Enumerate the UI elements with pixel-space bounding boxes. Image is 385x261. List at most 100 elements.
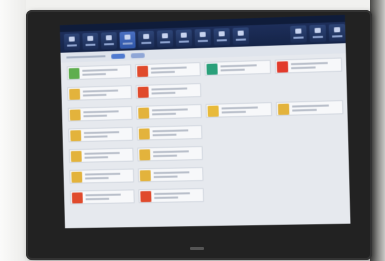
menu-tile[interactable] <box>67 85 133 101</box>
menu-tile-grid <box>66 57 346 205</box>
menu-tile-icon <box>276 60 289 73</box>
caption-text-line <box>84 156 109 159</box>
caption-text-line <box>152 108 188 112</box>
menu-tile-caption <box>82 68 129 76</box>
menu-tile-icon <box>68 67 80 79</box>
toolbar-button-12[interactable] <box>309 24 327 43</box>
toolbar-button-13[interactable] <box>328 23 346 42</box>
menu-tile[interactable] <box>69 168 135 184</box>
menu-tile-icon <box>139 148 151 160</box>
toolbar-button-11[interactable] <box>290 25 307 44</box>
caption-text-line <box>82 93 107 97</box>
wall-right <box>370 0 385 261</box>
empty-slot <box>207 165 274 180</box>
empty-slot <box>205 81 272 97</box>
menu-tile[interactable] <box>136 125 203 141</box>
empty-slot <box>208 187 275 202</box>
caption-text-line <box>82 68 118 72</box>
caption-text-line <box>150 66 187 70</box>
menu-tile-icon <box>137 65 149 77</box>
menu-tile-icon <box>139 169 151 181</box>
menu-tile[interactable] <box>69 189 135 205</box>
empty-slot <box>277 164 345 180</box>
caption-text-line <box>221 106 258 110</box>
menu-tile-icon <box>277 103 290 115</box>
caption-text-line <box>152 129 189 133</box>
caption-text-line <box>153 150 189 154</box>
toolbar-button-2[interactable] <box>82 32 99 51</box>
caption-text-line <box>153 171 190 175</box>
menu-tile-caption <box>153 171 202 179</box>
caption-text-line <box>152 112 176 116</box>
toolbar-button-9[interactable] <box>213 28 230 46</box>
menu-tile-caption <box>220 64 268 72</box>
caption-text-line <box>292 108 317 112</box>
caption-text-line <box>153 175 178 179</box>
empty-slot <box>206 123 273 139</box>
caption-text-line <box>151 70 175 74</box>
caption-text-line <box>83 114 107 118</box>
caption-text-line <box>151 87 188 91</box>
toolbar-button-6[interactable] <box>156 30 174 48</box>
empty-slot <box>275 79 343 95</box>
menu-tile-caption <box>83 110 130 118</box>
menu-tile-caption <box>152 108 200 116</box>
menu-tile[interactable] <box>274 57 343 74</box>
caption-text-line <box>221 110 246 114</box>
caption-text-line <box>83 110 119 114</box>
caption-text-line <box>151 91 176 95</box>
toolbar-button-4[interactable] <box>119 31 136 49</box>
menu-tile[interactable] <box>204 59 272 76</box>
menu-tile-icon <box>207 105 219 117</box>
wall-left <box>0 0 26 261</box>
empty-slot <box>277 143 345 159</box>
menu-tile[interactable] <box>137 146 203 162</box>
caption-text-line <box>83 131 120 135</box>
monitor-logo <box>190 247 204 250</box>
menu-tile-icon <box>70 129 82 141</box>
toolbar-button-10[interactable] <box>232 27 250 45</box>
menu-tile-icon <box>206 63 218 75</box>
toolbar-button-3[interactable] <box>100 32 117 50</box>
sub-toolbar-button-1[interactable] <box>111 53 126 59</box>
sub-toolbar-button-2[interactable] <box>130 52 145 58</box>
menu-tile-icon <box>71 171 83 183</box>
caption-text-line <box>154 196 179 199</box>
menu-tile-caption <box>291 61 340 70</box>
menu-tile[interactable] <box>135 83 202 99</box>
menu-tile-caption <box>153 150 201 158</box>
caption-text-line <box>153 154 178 158</box>
menu-tile[interactable] <box>135 62 201 79</box>
caption-text-line <box>82 73 106 76</box>
empty-slot <box>276 121 344 137</box>
caption-text-line <box>85 193 121 197</box>
menu-tile[interactable] <box>136 104 202 120</box>
toolbar-button-1[interactable] <box>63 33 80 51</box>
caption-text-line <box>82 89 119 93</box>
menu-tile-caption <box>154 192 202 199</box>
toolbar-button-7[interactable] <box>175 29 193 47</box>
toolbar-button-8[interactable] <box>194 28 211 47</box>
menu-tile-icon <box>137 86 149 98</box>
menu-tile[interactable] <box>138 188 205 204</box>
menu-tile-caption <box>151 87 199 95</box>
menu-tile[interactable] <box>137 167 204 183</box>
caption-text-line <box>291 66 316 70</box>
menu-tile[interactable] <box>67 105 133 122</box>
caption-text-line <box>84 172 121 176</box>
menu-tile[interactable] <box>275 100 344 117</box>
menu-tile-icon <box>138 127 150 140</box>
menu-tile[interactable] <box>68 147 134 164</box>
menu-tile[interactable] <box>205 102 273 118</box>
empty-slot <box>278 185 346 200</box>
menu-tile[interactable] <box>68 126 134 143</box>
menu-tile-icon <box>70 150 82 162</box>
menu-tile-icon <box>71 191 83 203</box>
menu-tile[interactable] <box>66 64 132 81</box>
menu-tile-caption <box>152 129 201 137</box>
caption-text-line <box>220 68 245 72</box>
toolbar-button-5[interactable] <box>138 30 155 49</box>
menu-tile-icon <box>69 108 81 121</box>
menu-tile-caption <box>292 104 341 112</box>
